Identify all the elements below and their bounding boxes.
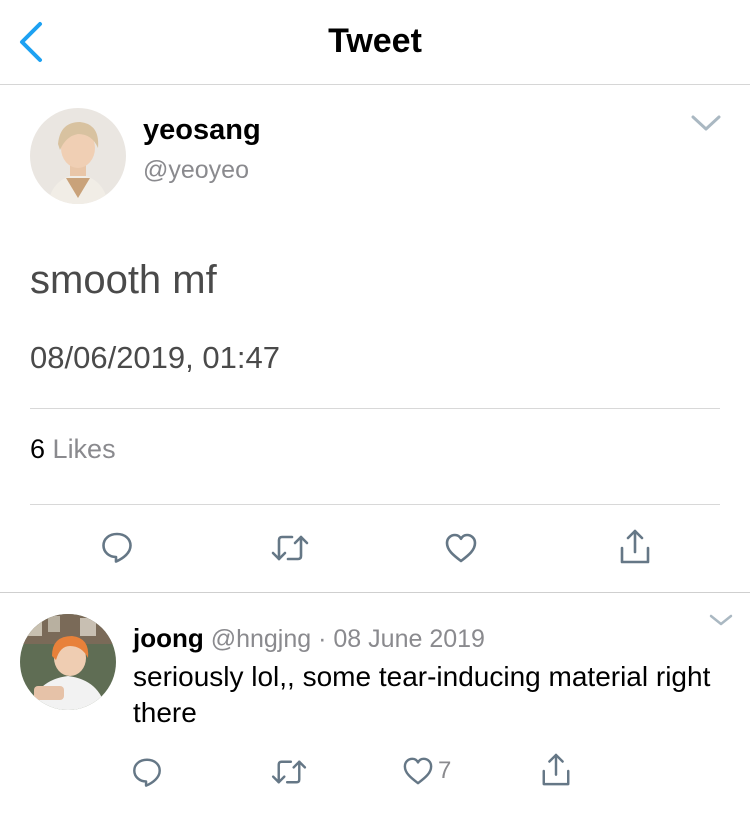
- meta-separator: ·: [318, 625, 327, 653]
- tweet-text: smooth mf: [30, 258, 217, 302]
- share-button[interactable]: [618, 528, 652, 566]
- divider: [30, 408, 720, 409]
- retweet-icon: [271, 760, 307, 784]
- author-avatar[interactable]: [30, 108, 126, 204]
- likes-count: 6: [30, 434, 46, 464]
- author-name[interactable]: yeosang: [143, 114, 261, 147]
- likes-summary[interactable]: 6 Likes: [30, 434, 116, 465]
- share-icon: [620, 529, 650, 564]
- tweet-timestamp: 08/06/2019, 01:47: [30, 340, 280, 375]
- reply-like-button[interactable]: 7: [402, 756, 451, 786]
- reply-button[interactable]: [100, 530, 134, 564]
- comment-icon: [133, 758, 161, 787]
- reply-retweet-button[interactable]: [270, 758, 308, 786]
- like-button[interactable]: [444, 532, 478, 564]
- tweet-options-button[interactable]: [690, 112, 722, 134]
- reply-author-avatar[interactable]: [20, 614, 116, 710]
- share-icon: [542, 753, 570, 786]
- likes-label: Likes: [52, 434, 116, 464]
- retweet-button[interactable]: [270, 533, 310, 563]
- author-handle[interactable]: @yeoyeo: [143, 156, 249, 185]
- comment-icon: [102, 532, 132, 563]
- reply-date: 08 June 2019: [333, 625, 485, 653]
- retweet-icon: [271, 535, 309, 561]
- page-title: Tweet: [328, 22, 422, 60]
- heart-icon: [403, 757, 433, 785]
- reply-like-count: 7: [438, 757, 452, 784]
- divider: [30, 504, 720, 505]
- chevron-down-icon: [691, 115, 721, 131]
- reply-author-handle[interactable]: @hngjng: [211, 625, 311, 653]
- nav-bar: Tweet: [0, 0, 750, 85]
- reply-share-button[interactable]: [540, 752, 572, 788]
- reply-options-button[interactable]: [708, 612, 734, 628]
- reply-author-name[interactable]: joong: [133, 623, 204, 653]
- heart-icon: [445, 533, 477, 563]
- reply-text: seriously lol,, some tear-inducing mater…: [133, 661, 711, 728]
- chevron-down-icon: [709, 614, 733, 626]
- reply-header: joong @hngjng · 08 June 2019: [133, 623, 485, 654]
- reply-reply-button[interactable]: [131, 756, 163, 788]
- divider: [0, 592, 750, 593]
